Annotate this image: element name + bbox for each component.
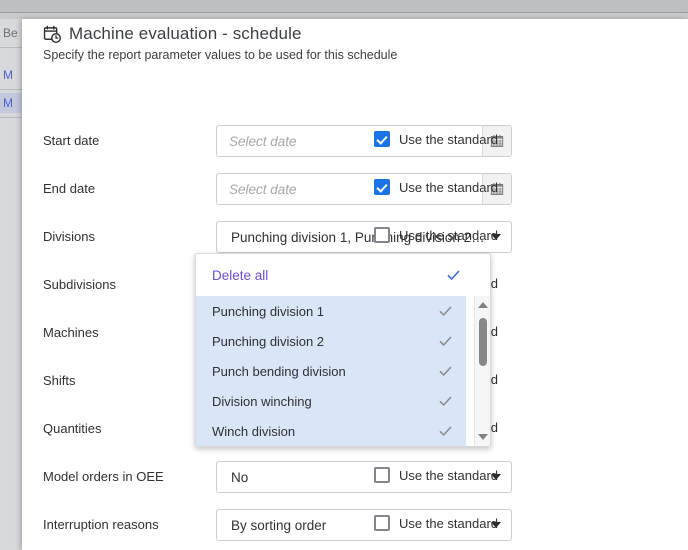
scroll-down-arrow-icon[interactable] <box>478 434 488 440</box>
field-label: Start date <box>43 133 99 148</box>
form-row: Model orders in OEE No Use the standard <box>43 458 688 506</box>
checkbox-label: Use the standard <box>399 180 498 195</box>
use-the-standard-checkbox-row[interactable]: Use the standard <box>374 515 498 531</box>
checkbox-label: Use the standard <box>399 228 498 243</box>
check-icon <box>439 365 452 378</box>
background-nav-separator <box>0 47 22 48</box>
select-value: By sorting order <box>231 518 326 533</box>
divisions-dropdown-menu: Delete all Punching division 1Punching d… <box>195 253 491 447</box>
background-nav-item[interactable]: M <box>0 93 22 113</box>
dropdown-option-label: Punching division 1 <box>212 304 324 319</box>
dropdown-option[interactable]: Division winching <box>196 386 466 416</box>
use-the-standard-checkbox[interactable] <box>374 467 390 483</box>
field-label: Subdivisions <box>43 277 116 292</box>
field-label: Quantities <box>43 421 102 436</box>
use-the-standard-checkbox[interactable] <box>374 227 390 243</box>
dialog-title-row: Machine evaluation - schedule <box>43 24 302 44</box>
field-label: Shifts <box>43 373 76 388</box>
dropdown-option-label: Punching division 2 <box>212 334 324 349</box>
background-navigation-panel: Be MM <box>0 19 22 550</box>
select-value: No <box>231 470 248 485</box>
use-the-standard-checkbox-row[interactable]: Use the standard <box>374 131 498 147</box>
field-label: Interruption reasons <box>43 517 159 532</box>
checkbox-label: Use the standard <box>399 516 498 531</box>
dropdown-option-label: Punch bending division <box>212 364 346 379</box>
dropdown-option[interactable]: Punch bending division <box>196 356 466 386</box>
field-label: Machines <box>43 325 99 340</box>
screen: Be MM Machine evaluation - schedule <box>0 0 688 550</box>
use-the-standard-checkbox[interactable] <box>374 179 390 195</box>
dropdown-option-label: Division winching <box>212 394 312 409</box>
checkbox-label: Use the standard <box>399 132 498 147</box>
form-row: End dateSelect dateUse the standard <box>43 170 688 218</box>
use-the-standard-checkbox-row[interactable]: Use the standard <box>374 467 498 483</box>
dropdown-option[interactable]: Punching division 2 <box>196 326 466 356</box>
field-label: Divisions <box>43 229 95 244</box>
check-icon <box>439 305 452 318</box>
dialog-subtitle: Specify the report parameter values to b… <box>43 48 397 62</box>
delete-all-menu-action[interactable]: Delete all <box>196 254 490 296</box>
dropdown-option-label: Winch division <box>212 424 295 439</box>
background-toolbar <box>0 0 688 13</box>
field-label: Model orders in OEE <box>43 469 164 484</box>
check-icon <box>439 425 452 438</box>
dropdown-scrollbar[interactable] <box>474 296 490 446</box>
schedule-parameters-dialog: Machine evaluation - schedule Specify th… <box>22 19 688 550</box>
form-row: Start dateSelect dateUse the standard <box>43 122 688 170</box>
use-the-standard-checkbox[interactable] <box>374 131 390 147</box>
field-label: End date <box>43 181 95 196</box>
scroll-up-arrow-icon[interactable] <box>478 302 488 308</box>
background-nav-separator <box>0 117 22 118</box>
check-icon <box>447 269 460 282</box>
checkbox-label: Use the standard <box>399 468 498 483</box>
use-the-standard-checkbox-row[interactable]: Use the standard <box>374 227 498 243</box>
page-title: Machine evaluation - schedule <box>69 24 302 44</box>
divisions-option-list[interactable]: Punching division 1 Punching division 2 Pu… <box>196 296 490 446</box>
background-nav-item[interactable]: M <box>0 65 22 85</box>
form-row: Interruption reasons By sorting order Use … <box>43 506 688 550</box>
use-the-standard-checkbox[interactable] <box>374 515 390 531</box>
dropdown-option[interactable]: Punching division 1 <box>196 296 466 326</box>
calendar-clock-icon <box>43 25 62 44</box>
use-the-standard-checkbox-row[interactable]: Use the standard <box>374 179 498 195</box>
dropdown-option[interactable]: Winch division <box>196 416 466 446</box>
background-nav-separator <box>0 89 22 90</box>
check-icon <box>439 395 452 408</box>
divisions-option-items: Punching division 1 Punching division 2 Pu… <box>196 296 466 446</box>
delete-all-label: Delete all <box>212 268 268 283</box>
background-nav-item[interactable]: Be <box>0 23 22 43</box>
scrollbar-thumb[interactable] <box>479 318 487 366</box>
check-icon <box>439 335 452 348</box>
